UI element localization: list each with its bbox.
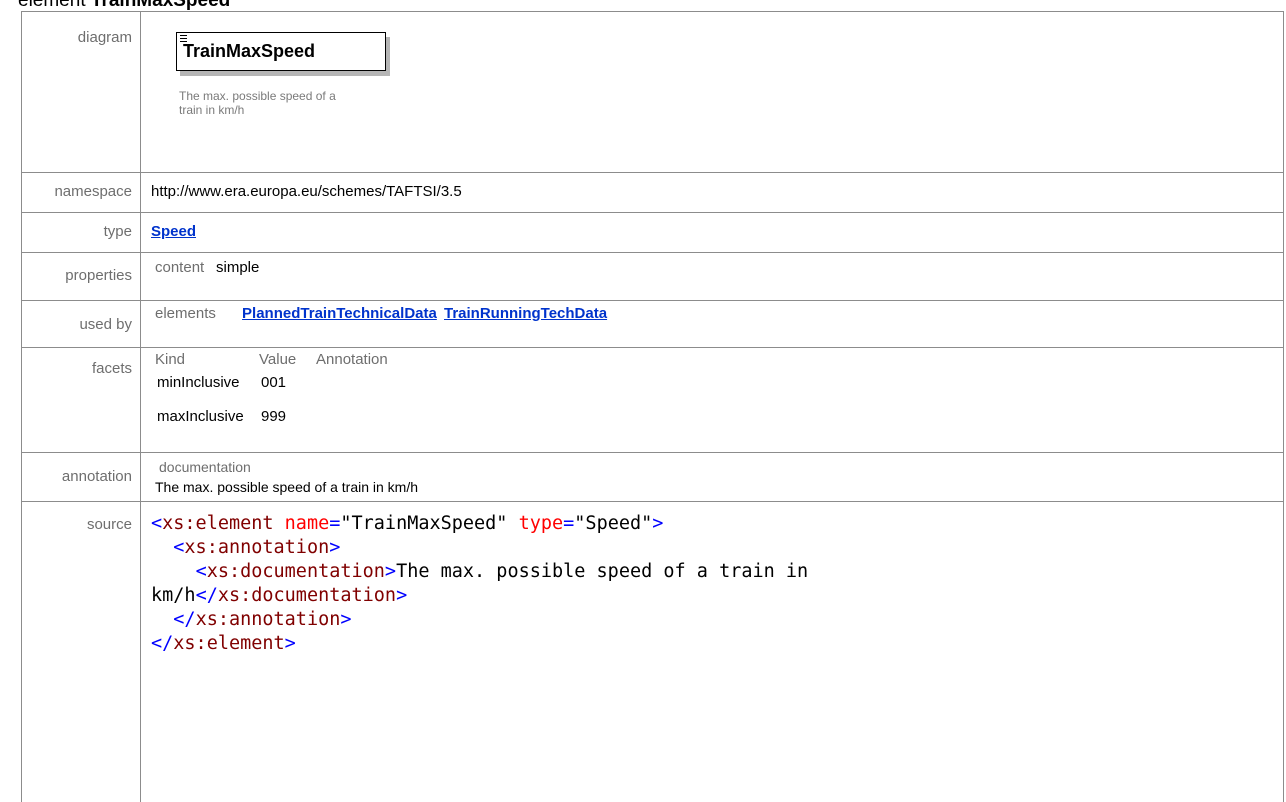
row-label: source: [21, 501, 141, 802]
facet-row: minInclusive 001: [155, 371, 1283, 405]
row-namespace: namespace http://www.era.europa.eu/schem…: [21, 172, 1284, 213]
row-label: type: [21, 212, 141, 253]
source-code: <xs:element name="TrainMaxSpeed" type="S…: [151, 513, 809, 654]
facet-kind: minInclusive: [157, 374, 240, 391]
namespace-cell: http://www.era.europa.eu/schemes/TAFTSI/…: [140, 172, 1284, 213]
row-label-text: diagram: [77, 29, 132, 46]
used-by-cell: elements PlannedTrainTechnicalData Train…: [140, 300, 1284, 348]
row-label-text: properties: [65, 267, 132, 284]
annotation-cell: documentation The max. possible speed of…: [140, 452, 1284, 502]
row-label: used by: [21, 300, 141, 348]
properties-cell: content simple: [140, 252, 1284, 301]
row-facets: facets Kind Value Annotation minInclusive 0…: [21, 347, 1284, 453]
facet-kind: maxInclusive: [157, 408, 244, 425]
row-label-text: used by: [79, 316, 132, 333]
used-by-link-planned-train-technical-data[interactable]: PlannedTrainTechnicalData: [242, 305, 437, 322]
row-used-by: used by elements PlannedTrainTechnicalDa…: [21, 300, 1284, 348]
facets-header: Kind Value Annotation: [155, 351, 1283, 371]
row-source: source <xs:element name="TrainMaxSpeed" …: [21, 501, 1284, 802]
diagram-element-box[interactable]: TrainMaxSpeed: [176, 32, 386, 71]
properties-value: simple: [216, 259, 260, 276]
row-label-text: facets: [91, 360, 132, 377]
row-label-text: namespace: [54, 183, 132, 200]
element-doc-table: diagram TrainMaxSpeed The max. possible …: [21, 11, 1284, 802]
used-by-key: elements: [155, 305, 216, 322]
diagram-cell: TrainMaxSpeed The max. possible speed of…: [140, 11, 1284, 173]
row-diagram: diagram TrainMaxSpeed The max. possible …: [21, 11, 1284, 173]
diagram-documentation: The max. possible speed of a train in km…: [179, 89, 349, 117]
row-label: namespace: [21, 172, 141, 213]
facet-value: 999: [261, 408, 287, 425]
diagram-doc-line: The max. possible speed of a: [179, 89, 336, 103]
page-title-prefix: element: [18, 0, 86, 11]
namespace-value: http://www.era.europa.eu/schemes/TAFTSI/…: [151, 183, 462, 200]
source-cell: <xs:element name="TrainMaxSpeed" type="S…: [140, 501, 1284, 802]
row-label: annotation: [21, 452, 141, 502]
properties-key: content: [155, 259, 205, 276]
row-properties: properties content simple: [21, 252, 1284, 301]
row-label-text: source: [86, 516, 132, 533]
row-label: diagram: [21, 11, 141, 173]
row-annotation: annotation documentation The max. possib…: [21, 452, 1284, 502]
type-cell: Speed: [140, 212, 1284, 253]
row-type: type Speed: [21, 212, 1284, 253]
row-label-text: type: [103, 223, 132, 240]
row-label-text: annotation: [61, 468, 132, 485]
facet-value: 001: [261, 374, 287, 391]
row-label: properties: [21, 252, 141, 301]
facet-row: maxInclusive 999: [155, 405, 1283, 439]
used-by-link-train-running-tech-data[interactable]: TrainRunningTechData: [444, 305, 607, 322]
annotation-value: The max. possible speed of a train in km…: [155, 479, 419, 495]
annotation-key: documentation: [159, 459, 251, 475]
page-title: element TrainMaxSpeed: [18, 0, 230, 10]
row-label: facets: [21, 347, 141, 453]
diagram-element-name: TrainMaxSpeed: [183, 41, 316, 61]
diagram-doc-line: train in km/h: [179, 103, 245, 117]
page-title-name: TrainMaxSpeed: [90, 0, 231, 11]
type-link[interactable]: Speed: [151, 223, 196, 240]
facets-header-value: Value: [259, 351, 297, 368]
facets-cell: Kind Value Annotation minInclusive 001 maxI…: [140, 347, 1284, 453]
facets-header-annotation: Annotation: [316, 351, 388, 368]
facets-header-kind: Kind: [155, 351, 186, 368]
